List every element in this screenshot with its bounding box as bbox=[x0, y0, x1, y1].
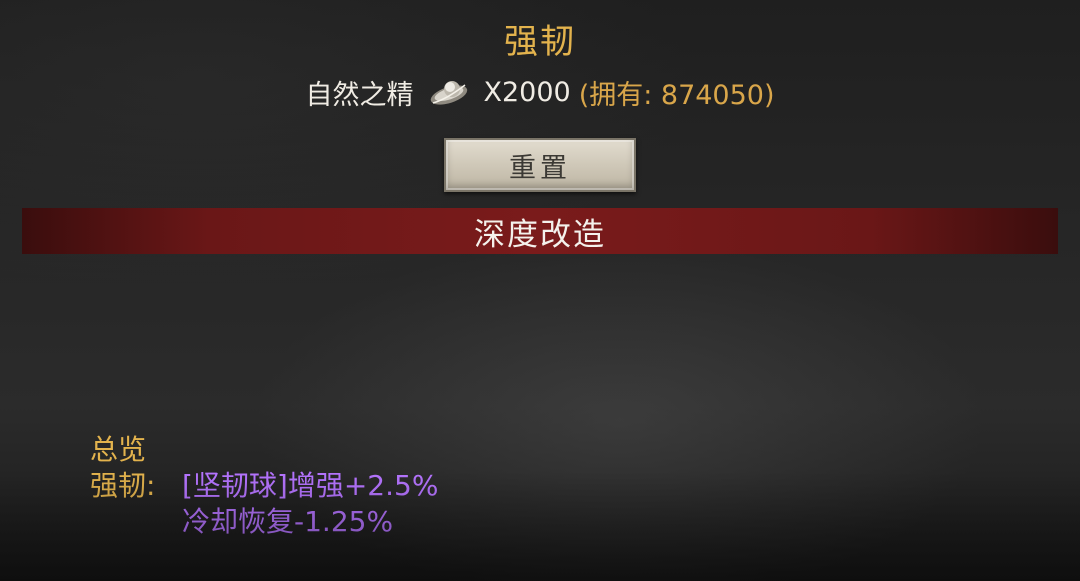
stat-label: 强韧: bbox=[90, 469, 156, 502]
deep-modification-banner: 深度改造 bbox=[22, 208, 1058, 254]
summary-panel: 总览 强韧: [坚韧球]增强+2.5% 冷却恢复-1.25% bbox=[90, 432, 438, 540]
cost-amount: X2000 bbox=[483, 76, 571, 108]
upgrade-screen: 强韧 自然之精 X2000 (拥有: 874050) 重置 深度改造 总览 强韧… bbox=[0, 0, 1080, 581]
owned-amount: (拥有: 874050) bbox=[578, 79, 775, 111]
stat-row: 强韧: [坚韧球]增强+2.5% 冷却恢复-1.25% bbox=[90, 468, 438, 540]
stat-lines: [坚韧球]增强+2.5% 冷却恢复-1.25% bbox=[182, 468, 438, 540]
stat-line-1: [坚韧球]增强+2.5% bbox=[182, 469, 439, 502]
cost-item-name: 自然之精 bbox=[305, 79, 414, 111]
section-title: 深度改造 bbox=[474, 216, 606, 253]
stat-line-2: 冷却恢复-1.25% bbox=[182, 505, 394, 538]
nature-essence-icon bbox=[427, 75, 471, 109]
upgrade-title: 强韧 bbox=[504, 22, 576, 62]
summary-title: 总览 bbox=[90, 433, 147, 466]
cost-row: 自然之精 X2000 (拥有: 874050) bbox=[0, 70, 1080, 114]
reset-button[interactable]: 重置 bbox=[444, 138, 636, 192]
